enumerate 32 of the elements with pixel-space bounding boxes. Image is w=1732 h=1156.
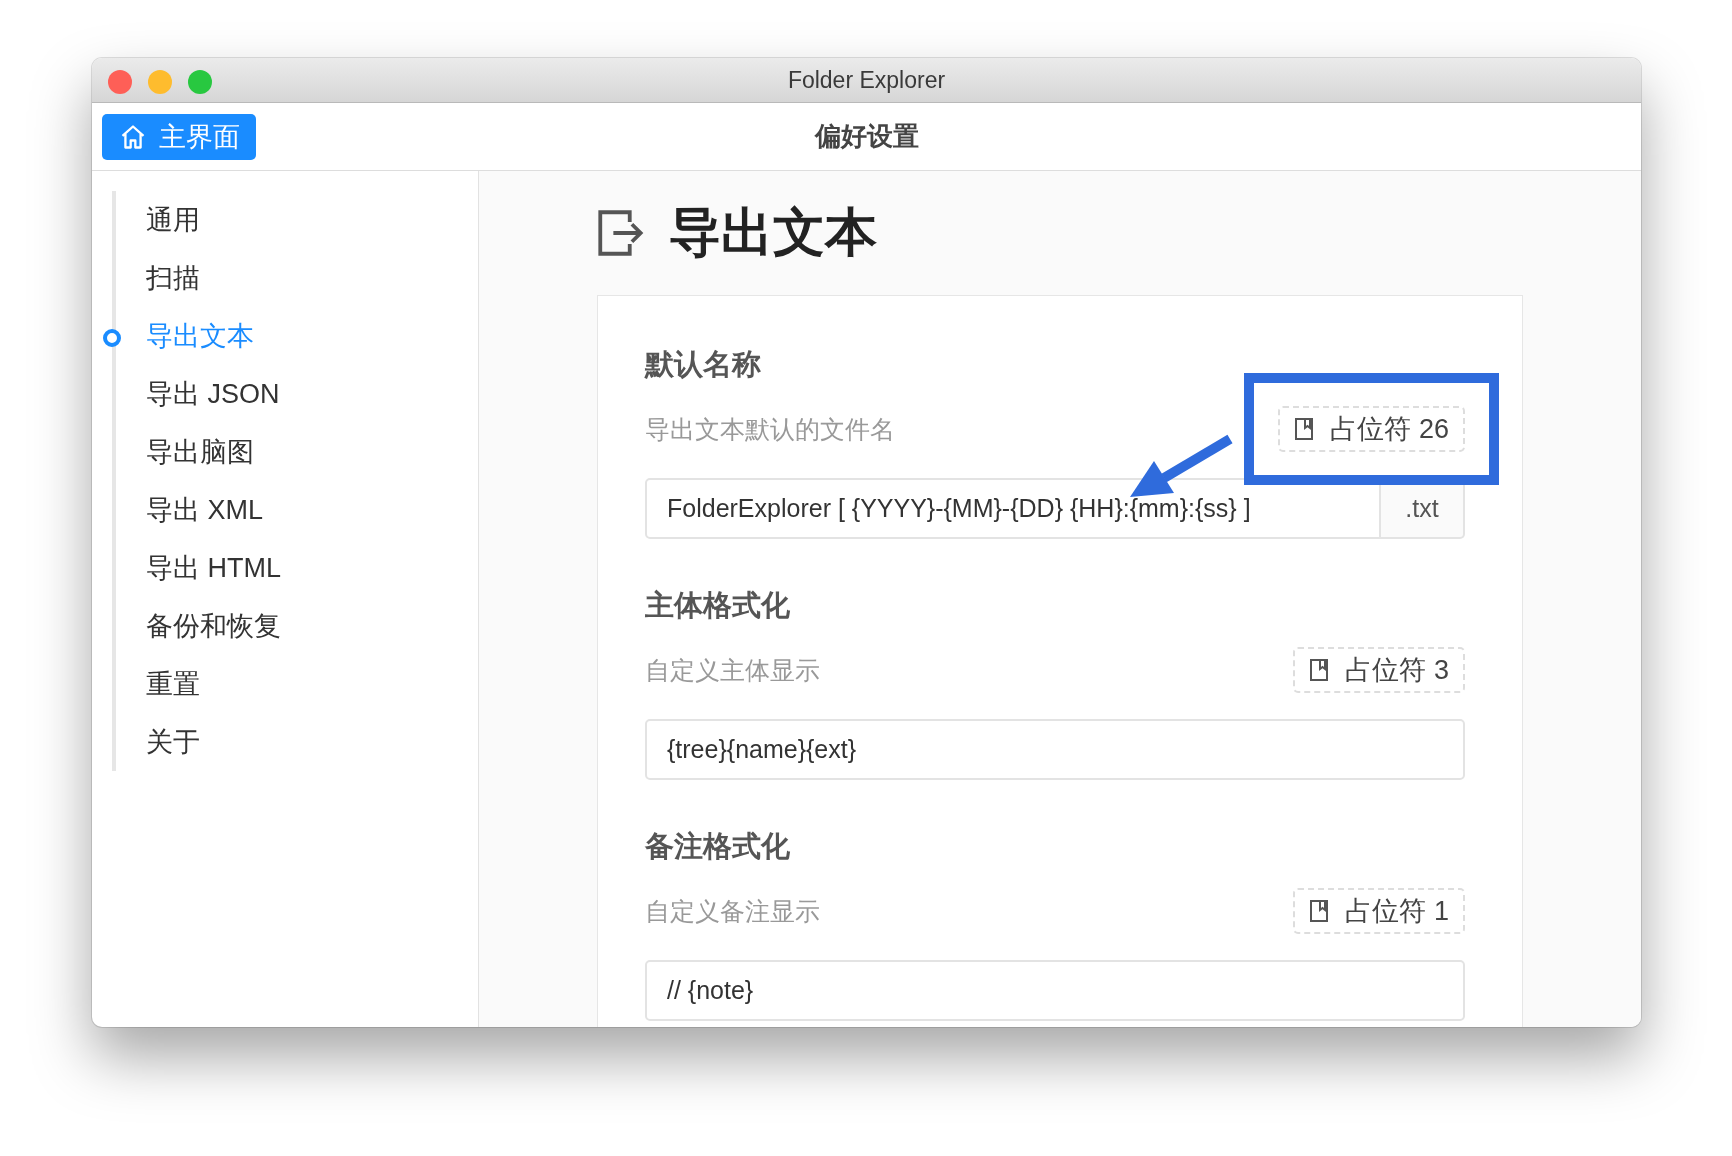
text-field[interactable]: {tree}{name}{ext} <box>645 719 1465 780</box>
window-title: Folder Explorer <box>787 66 946 94</box>
sidebar-item[interactable]: 导出 JSON <box>116 365 478 423</box>
selection-dot <box>103 329 121 347</box>
text-field[interactable]: // {note} <box>645 960 1465 1021</box>
section-heading: 默认名称 <box>645 347 762 382</box>
sidebar-item[interactable]: 通用 <box>116 191 478 249</box>
sidebar-item[interactable]: 扫描 <box>116 249 478 307</box>
text-field[interactable]: FolderExplorer [ {YYYY}-{MM}-{DD} {HH}:{mm}:{ss} ] <box>645 478 1381 539</box>
minimize-button[interactable] <box>148 70 172 94</box>
bookmark-icon <box>1309 658 1330 682</box>
section-description: 导出文本默认的文件名 <box>645 413 895 445</box>
sidebar-item[interactable]: 重置 <box>116 655 478 713</box>
placeholder-button[interactable]: 占位符 26 <box>1278 406 1465 452</box>
placeholder-button[interactable]: 占位符 1 <box>1293 888 1465 934</box>
close-button[interactable] <box>108 70 132 94</box>
bookmark-icon <box>1309 899 1330 923</box>
zoom-button[interactable] <box>188 70 212 94</box>
sidebar-item[interactable]: 导出 XML <box>116 481 478 539</box>
sidebar-item[interactable]: 导出脑图 <box>116 423 478 481</box>
section-heading: 主体格式化 <box>645 588 791 623</box>
section-description: 自定义主体显示 <box>645 654 820 686</box>
section-description: 自定义备注显示 <box>645 895 820 927</box>
toolbar-title: 偏好设置 <box>814 120 919 153</box>
sidebar-item[interactable]: 导出 HTML <box>116 539 478 597</box>
export-icon <box>597 209 645 257</box>
sidebar-item[interactable]: 备份和恢复 <box>116 597 478 655</box>
sidebar-item[interactable]: 关于 <box>116 713 478 771</box>
section-heading: 备注格式化 <box>645 829 791 864</box>
page-title: 导出文本 <box>669 202 877 263</box>
placeholder-button[interactable]: 占位符 3 <box>1293 647 1465 693</box>
bookmark-icon <box>1294 417 1315 441</box>
